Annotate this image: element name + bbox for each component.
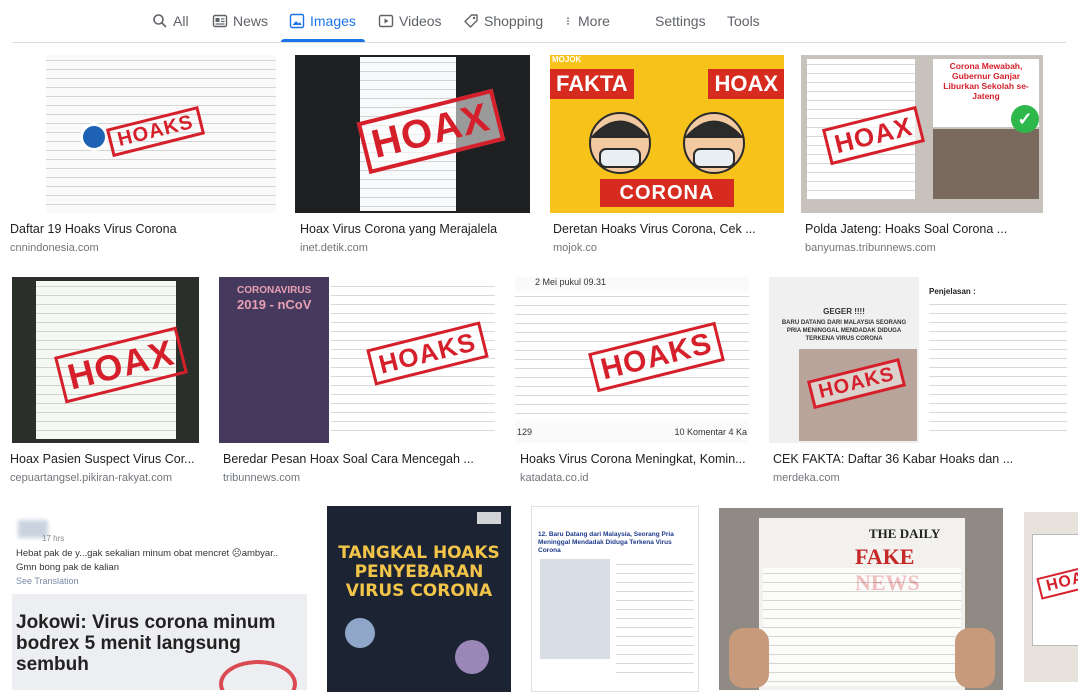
left-hand [729,628,769,688]
tag-icon [464,14,478,28]
result-thumbnail-11[interactable]: 12. Baru Datang dari Malaysia, Seorang P… [531,506,699,692]
result-thumbnail-1[interactable]: HOAKS [46,55,276,213]
result-thumbnail-12[interactable]: THE DAILY FAKE NEWS [719,508,1003,690]
result-thumbnail-4[interactable]: Corona Mewabah, Gubernur Ganjar Liburkan… [801,55,1043,213]
tab-videos[interactable]: Videos [378,10,442,32]
result-source-1: cnnindonesia.com [10,242,99,254]
tab-videos-label: Videos [399,13,442,29]
newspaper: THE DAILY FAKE NEWS [759,518,965,690]
result-title-2[interactable]: Hoax Virus Corona yang Merajalela [300,222,530,236]
result-thumbnail-6[interactable]: CORONAVIRUS 2019 - nCoV HOAKS [219,277,497,443]
article-photo [933,129,1039,199]
post-time: 2 Mei pukul 09.31 [535,277,607,287]
result-title-8[interactable]: CEK FAKTA: Daftar 36 Kabar Hoaks dan ... [773,452,1071,466]
masked-faces-illustration [589,112,745,174]
result-title-3[interactable]: Deretan Hoaks Virus Corona, Cek ... [553,222,784,236]
nav-divider [12,42,1066,43]
result-thumbnail-8[interactable]: GEGER !!!! BARU DATANG DARI MALAYSIA SEO… [769,277,1071,443]
result-thumbnail-10[interactable]: TANGKAL HOAKS PENYEBARAN VIRUS CORONA [327,506,511,692]
tab-all-label: All [173,13,189,29]
infographic-subheading: 2019 - nCoV [237,297,312,312]
tools-link[interactable]: Tools [727,10,760,32]
more-vertical-icon [567,17,569,25]
video-icon [378,14,394,28]
comment-count: 10 Komentar 4 Ka [674,427,747,437]
text-lines [763,568,961,686]
text-lines [616,559,694,679]
tab-images[interactable]: Images [289,10,356,32]
result-title-6[interactable]: Beredar Pesan Hoax Soal Cara Mencegah ..… [223,452,497,466]
poster-line-1: TANGKAL HOAKS [338,543,500,563]
settings-label: Settings [655,13,706,29]
tools-label: Tools [727,13,760,29]
speaker-avatar-1 [345,618,375,648]
result-thumbnail-7[interactable]: 2 Mei pukul 09.31 HOAKS 129 10 Komentar … [515,277,749,443]
explanation-text [929,299,1067,439]
document-text [616,559,694,679]
result-thumbnail-2[interactable]: HOAX [295,55,530,213]
post-text: Hebat pak de y...gak sekalian minum obat… [16,548,279,559]
result-source-3: mojok.co [553,242,598,254]
sponsor-logos [477,512,501,524]
result-source-8: merdeka.com [773,472,840,484]
poster-title: TANGKAL HOAKS PENYEBARAN VIRUS CORONA [327,544,511,601]
image-icon [289,13,305,29]
result-thumbnail-13[interactable]: HOAX [1024,512,1078,682]
result-source-4: banyumas.tribunnews.com [805,242,936,254]
news-icon [212,14,228,28]
search-tabs-bar: All News Images Videos Shopping More Set… [0,0,1078,44]
post-time: 17 hrs [42,534,65,543]
tab-images-label: Images [310,13,356,29]
newspaper-columns [763,568,961,686]
tab-more-label: More [578,13,610,29]
mojok-brand: MOJOK [552,55,582,64]
text-lines [929,299,1067,439]
speaker-avatar-2 [455,640,489,674]
explanation-title: Penjelasan : [929,287,976,296]
result-title-1[interactable]: Daftar 19 Hoaks Virus Corona [10,222,276,236]
result-title-5[interactable]: Hoax Pasien Suspect Virus Cor... [10,452,205,466]
kominfo-logo [80,123,108,151]
alert-subtext: BARU DATANG DARI MALAYSIA SEORANG PRIA M… [781,320,907,342]
result-title-4[interactable]: Polda Jateng: Hoaks Soal Corona ... [805,222,1043,236]
poster-line-3: VIRUS CORONA [345,581,493,601]
tab-all[interactable]: All [152,10,189,32]
result-source-5: cepuartangsel.pikiran-rakyat.com [10,472,173,484]
see-translation-link[interactable]: See Translation [16,576,79,586]
post-text-2: Gmn bong pak de kalian [16,562,119,573]
right-hand [955,628,995,688]
tab-more[interactable]: More [563,10,610,32]
embedded-screenshot [540,559,610,659]
corona-banner: CORONA [600,179,734,207]
result-source-2: inet.detik.com [300,242,368,254]
result-source-7: katadata.co.id [520,472,589,484]
newspaper-masthead: THE DAILY [869,526,941,541]
fakta-banner: FAKTA [550,69,634,99]
settings-link[interactable]: Settings [655,10,706,32]
tab-shopping-label: Shopping [484,13,544,29]
infographic-heading: CORONAVIRUS [237,285,312,296]
reaction-count: 129 [517,427,533,437]
result-thumbnail-5[interactable]: HOAX [12,277,199,443]
result-title-7[interactable]: Hoaks Virus Corona Meningkat, Komin... [520,452,749,466]
checkmark-icon: ✓ [1011,105,1039,133]
search-icon [153,14,167,28]
tab-news-label: News [233,13,269,29]
hoax-banner: HOAX [708,69,784,99]
coronavirus-infographic: CORONAVIRUS 2019 - nCoV [219,277,329,443]
result-thumbnail-3[interactable]: MOJOK FAKTA HOAX CORONA [550,55,784,213]
document-title: 12. Baru Datang dari Malaysia, Seorang P… [538,531,674,554]
tab-shopping[interactable]: Shopping [463,10,543,32]
poster-line-2: PENYEBARAN [354,562,484,582]
result-thumbnail-9[interactable]: 17 hrs Hebat pak de y...gak sekalian min… [12,510,307,690]
result-source-6: tribunnews.com [223,472,301,484]
tab-news[interactable]: News [212,10,268,32]
alert-text: GEGER !!!! [823,307,865,316]
